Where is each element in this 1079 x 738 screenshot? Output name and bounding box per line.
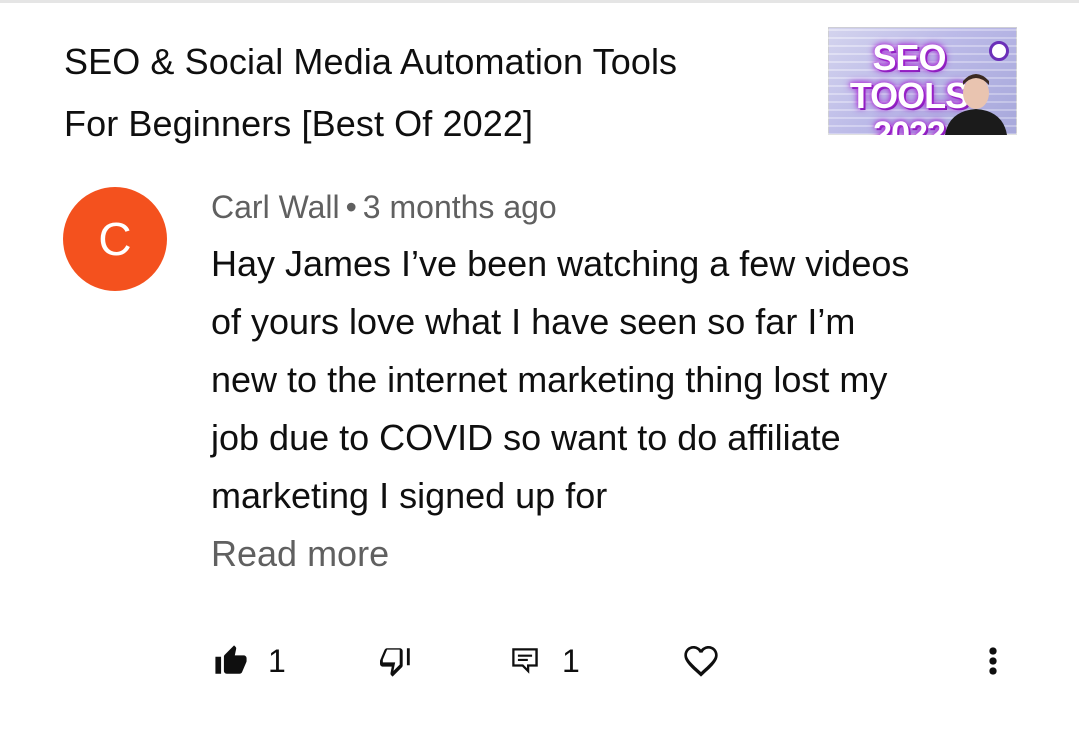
comment-actions: 1 1 — [214, 637, 1014, 685]
reply-comment-icon — [508, 644, 542, 678]
like-button[interactable]: 1 — [214, 637, 286, 685]
avatar[interactable]: C — [63, 187, 167, 291]
thumbs-up-filled-icon — [214, 644, 248, 678]
thumbnail-logo-icon — [989, 41, 1009, 61]
video-title-line-1: SEO & Social Media Automation Tools — [64, 41, 678, 82]
comment-timestamp: 3 months ago — [362, 189, 557, 225]
heart-outline-icon — [681, 641, 721, 681]
thumbs-down-icon — [380, 644, 414, 678]
reply-count: 1 — [562, 642, 580, 679]
meta-separator: • — [345, 189, 357, 225]
more-options-button[interactable] — [978, 637, 1008, 685]
like-count: 1 — [268, 642, 286, 679]
video-thumbnail[interactable]: SEO TOOLS 2022 — [828, 27, 1017, 135]
comment-text: Hay James I’ve been watching a few video… — [211, 243, 910, 516]
video-header[interactable]: SEO & Social Media Automation Tools For … — [64, 31, 784, 155]
reply-button[interactable]: 1 — [508, 637, 580, 685]
comment-body: Carl Wall • 3 months ago Hay James I’ve be… — [211, 187, 931, 583]
dislike-button[interactable] — [380, 637, 414, 685]
comment-detail-page: SEO & Social Media Automation Tools For … — [0, 0, 1079, 738]
heart-button[interactable] — [681, 637, 721, 685]
video-title-line-2: For Beginners [Best Of 2022] — [64, 103, 534, 144]
more-vertical-icon — [978, 641, 1008, 681]
video-title[interactable]: SEO & Social Media Automation Tools For … — [64, 31, 784, 155]
thumbnail-person-image — [945, 74, 1007, 135]
comment-author[interactable]: Carl Wall — [211, 189, 340, 225]
read-more-link[interactable]: Read more — [211, 525, 931, 583]
comment-meta: Carl Wall • 3 months ago — [211, 187, 931, 227]
